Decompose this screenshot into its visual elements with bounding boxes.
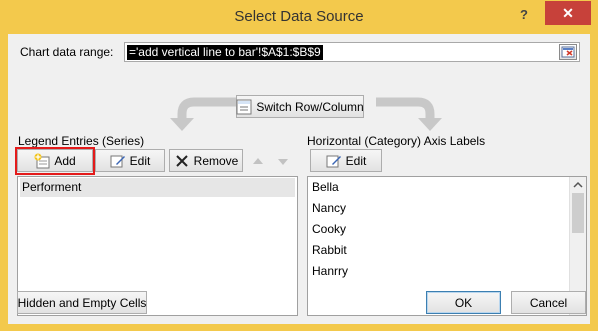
- move-down-icon: [278, 159, 288, 165]
- right-curved-arrow-icon: [376, 97, 442, 131]
- cancel-label: Cancel: [529, 295, 568, 310]
- edit-label: Edit: [129, 153, 151, 168]
- chart-data-range-input[interactable]: ='add vertical line to bar'!$A$1:$B$9: [124, 42, 580, 62]
- axis-labels-label: Horizontal (Category) Axis Labels: [307, 134, 486, 148]
- chart-data-range-label: Chart data range:: [20, 45, 114, 59]
- switch-icon: [236, 99, 252, 115]
- move-up-icon: [253, 158, 263, 164]
- move-down-button[interactable]: [273, 151, 293, 171]
- hidden-empty-cells-button[interactable]: Hidden and Empty Cells: [17, 291, 147, 314]
- help-icon[interactable]: ?: [512, 5, 536, 25]
- switch-row-column-label: Switch Row/Column: [256, 99, 364, 114]
- list-item[interactable]: Rabbit: [310, 241, 347, 260]
- list-item[interactable]: Nancy: [310, 199, 346, 218]
- list-item[interactable]: Bella: [310, 178, 339, 197]
- left-curved-arrow-icon: [170, 97, 236, 131]
- hidden-empty-cells-label: Hidden and Empty Cells: [17, 295, 147, 310]
- edit-axis-labels-button[interactable]: Edit: [310, 149, 382, 172]
- list-item[interactable]: Performent: [20, 178, 295, 197]
- scroll-up-icon[interactable]: [573, 181, 583, 189]
- ok-label: OK: [454, 295, 473, 310]
- dialog-title: Select Data Source: [234, 8, 364, 25]
- close-button[interactable]: ✕: [545, 1, 591, 25]
- edit-icon: [110, 153, 126, 169]
- list-item[interactable]: Cooky: [310, 220, 346, 239]
- select-data-source-dialog: Select Data Source ? ✕ Chart data range:…: [0, 0, 598, 331]
- remove-label: Remove: [193, 153, 239, 168]
- remove-series-button[interactable]: Remove: [169, 149, 243, 172]
- chart-data-range-value: ='add vertical line to bar'!$A$1:$B$9: [127, 45, 323, 60]
- switch-row-column-button[interactable]: Switch Row/Column: [236, 95, 364, 118]
- scroll-thumb[interactable]: [572, 193, 584, 233]
- move-up-button[interactable]: [248, 151, 268, 171]
- edit-axis-label: Edit: [345, 153, 367, 168]
- list-item[interactable]: Hanrry: [310, 262, 348, 281]
- edit-icon: [326, 153, 342, 169]
- cancel-button[interactable]: Cancel: [511, 291, 586, 314]
- title-bar[interactable]: Select Data Source ? ✕: [0, 0, 598, 34]
- dialog-body: Chart data range: ='add vertical line to…: [8, 34, 590, 324]
- legend-entries-label: Legend Entries (Series): [18, 134, 145, 148]
- remove-x-icon: [174, 153, 190, 169]
- ok-button[interactable]: OK: [426, 291, 501, 314]
- edit-series-button[interactable]: Edit: [95, 149, 165, 172]
- add-button-highlight: [15, 147, 95, 175]
- collapse-dialog-icon[interactable]: [559, 44, 577, 60]
